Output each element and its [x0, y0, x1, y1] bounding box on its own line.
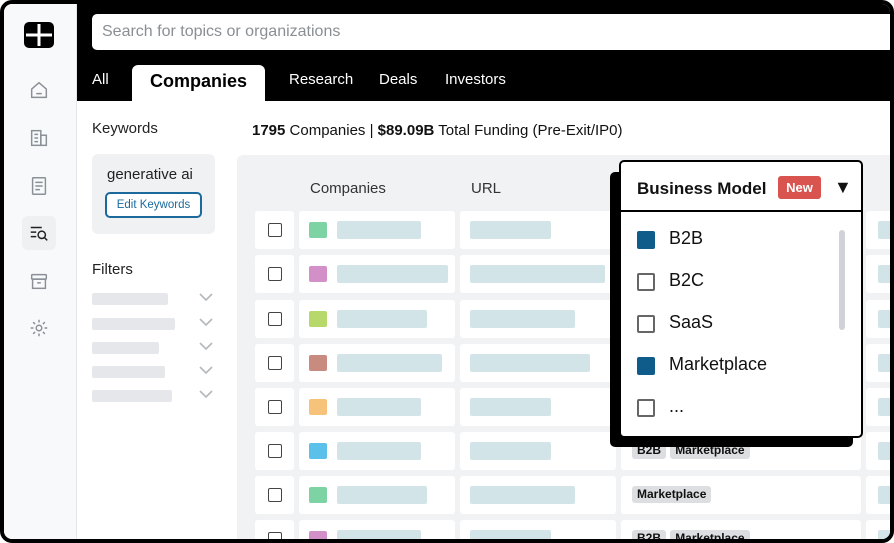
url-placeholder: [470, 221, 551, 239]
company-logo: [309, 531, 327, 539]
row-checkbox[interactable]: [268, 267, 282, 281]
keyword-box: generative ai Edit Keywords: [92, 154, 215, 234]
option-checkbox[interactable]: [637, 231, 655, 249]
company-name-placeholder: [337, 265, 448, 283]
extra-placeholder: [878, 221, 890, 239]
sidebar: [4, 4, 77, 539]
row-checkbox[interactable]: [268, 223, 282, 237]
url-placeholder: [470, 398, 551, 416]
dropdown-scrollbar[interactable]: [839, 230, 845, 330]
results-summary: 1795 Companies | $89.09B Total Funding (…: [252, 122, 623, 139]
business-model-tag: Marketplace: [670, 530, 750, 539]
extra-placeholder: [878, 530, 890, 539]
row-checkbox[interactable]: [268, 444, 282, 458]
extra-placeholder: [878, 398, 890, 416]
option-checkbox[interactable]: [637, 357, 655, 375]
column-header-companies[interactable]: Companies: [310, 180, 386, 197]
option-checkbox[interactable]: [637, 399, 655, 417]
building-icon[interactable]: [22, 121, 56, 155]
company-name-placeholder: [337, 442, 421, 460]
keyword-value: generative ai: [107, 166, 193, 183]
row-checkbox[interactable]: [268, 312, 282, 326]
url-placeholder: [470, 354, 590, 372]
company-logo: [309, 399, 327, 415]
filter-placeholder: [92, 318, 175, 330]
option-label: SaaS: [669, 312, 714, 332]
tab-deals[interactable]: Deals: [379, 71, 417, 88]
home-icon[interactable]: [22, 73, 56, 107]
logo-icon: [24, 22, 54, 48]
company-logo: [309, 355, 327, 371]
filter-placeholder: [92, 366, 165, 378]
row-checkbox[interactable]: [268, 488, 282, 502]
gear-icon[interactable]: [22, 311, 56, 345]
document-icon[interactable]: [22, 169, 56, 203]
option-label: B2C: [669, 270, 705, 290]
business-model-tag: B2B: [632, 530, 667, 539]
option-checkbox[interactable]: [637, 315, 655, 333]
dropdown-header[interactable]: Business Model New ▼: [621, 162, 861, 212]
filter-placeholder: [92, 390, 172, 402]
company-name-placeholder: [337, 354, 442, 372]
company-logo: [309, 443, 327, 459]
url-placeholder: [470, 310, 575, 328]
company-name-placeholder: [337, 221, 421, 239]
total-funding: $89.09B: [377, 122, 435, 139]
option-label: Marketplace: [669, 354, 768, 374]
filter-placeholder: [92, 342, 159, 354]
row-checkbox[interactable]: [268, 532, 282, 539]
chevron-down-icon[interactable]: [198, 314, 214, 330]
chevron-down-icon[interactable]: [198, 362, 214, 378]
url-placeholder: [470, 265, 605, 283]
tab-companies[interactable]: Companies: [132, 65, 266, 101]
archive-icon[interactable]: [22, 264, 56, 298]
company-name-placeholder: [337, 530, 421, 539]
tab-bar: All Companies Research Deals Investors: [77, 65, 890, 101]
extra-placeholder: [878, 442, 890, 460]
company-logo: [309, 487, 327, 503]
company-logo: [309, 266, 327, 282]
app-window: All Companies Research Deals Investors K…: [0, 0, 894, 543]
extra-placeholder: [878, 265, 890, 283]
row-checkbox[interactable]: [268, 400, 282, 414]
top-bar: All Companies Research Deals Investors: [77, 4, 890, 101]
company-logo: [309, 222, 327, 238]
new-badge: New: [778, 176, 821, 199]
url-placeholder: [470, 530, 551, 539]
chevron-down-icon[interactable]: [198, 386, 214, 402]
chevron-down-icon[interactable]: [198, 289, 214, 305]
edit-keywords-button[interactable]: Edit Keywords: [105, 192, 202, 218]
dropdown-title: Business Model: [637, 179, 767, 198]
filters-heading: Filters: [92, 261, 133, 278]
company-logo: [309, 311, 327, 327]
company-count: 1795: [252, 122, 286, 139]
search-list-icon[interactable]: [22, 216, 56, 250]
business-model-dropdown[interactable]: Business Model New ▼ B2B B2C SaaS Marketpla…: [619, 160, 863, 438]
extra-placeholder: [878, 354, 890, 372]
option-checkbox[interactable]: [637, 273, 655, 291]
business-model-tag: Marketplace: [632, 486, 712, 503]
company-name-placeholder: [337, 310, 427, 328]
search-input[interactable]: [92, 14, 890, 50]
caret-down-icon[interactable]: ▼: [834, 177, 852, 198]
total-funding-label: Total Funding (Pre-Exit/IP0): [438, 122, 623, 139]
keywords-heading: Keywords: [92, 120, 158, 137]
option-label: B2B: [669, 228, 704, 248]
row-checkbox[interactable]: [268, 356, 282, 370]
url-placeholder: [470, 486, 575, 504]
company-name-placeholder: [337, 398, 421, 416]
company-count-label: Companies |: [289, 122, 374, 139]
extra-placeholder: [878, 310, 890, 328]
tab-investors[interactable]: Investors: [445, 71, 506, 88]
company-name-placeholder: [337, 486, 427, 504]
extra-placeholder: [878, 486, 890, 504]
filter-panel: Keywords generative ai Edit Keywords Fil…: [77, 101, 234, 539]
column-header-url[interactable]: URL: [471, 180, 501, 197]
chevron-down-icon[interactable]: [198, 338, 214, 354]
tab-research[interactable]: Research: [289, 71, 353, 88]
url-placeholder: [470, 442, 551, 460]
filter-placeholder: [92, 293, 168, 305]
option-label: ...: [669, 396, 685, 416]
tab-all[interactable]: All: [92, 71, 109, 88]
